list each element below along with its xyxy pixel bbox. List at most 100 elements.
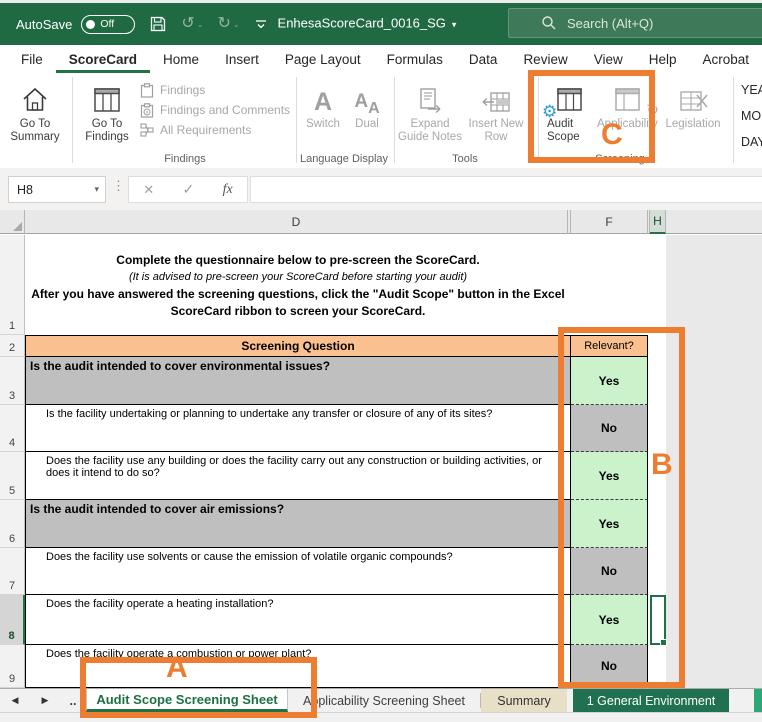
row-header-4[interactable]: 4: [0, 405, 25, 452]
sheet-row-9: 9 Does the facility operate a combustion…: [0, 645, 762, 688]
all-requirements-button[interactable]: All Requirements: [138, 120, 294, 140]
screening-group-label: Screening: [595, 153, 645, 165]
cancel-entry-button[interactable]: ✕: [143, 182, 154, 198]
tab-file[interactable]: File: [8, 45, 56, 73]
row-header-1[interactable]: 1: [0, 235, 25, 335]
applicability-button[interactable]: ↻ Applicability: [597, 79, 659, 131]
refresh-icon: ↻: [646, 102, 659, 119]
cell-h6[interactable]: [650, 500, 666, 548]
answer-cell[interactable]: No: [571, 645, 648, 688]
cell-h3[interactable]: [650, 357, 666, 405]
insert-function-button[interactable]: fx: [223, 182, 233, 198]
tab-formulas[interactable]: Formulas: [374, 45, 456, 73]
document-title-text: EnhesaScoreCard_0016_SG: [277, 15, 446, 30]
dual-language-icon: AA: [354, 91, 380, 117]
confirm-entry-button[interactable]: ✓: [183, 181, 195, 198]
switch-button[interactable]: A Switch: [301, 79, 345, 131]
expand-guide-notes-button[interactable]: Expand Guide Notes: [398, 79, 462, 144]
tab-acrobat[interactable]: Acrobat: [690, 45, 762, 73]
sheet-tab-overflow[interactable]: ..: [60, 689, 86, 712]
dual-button[interactable]: AA Dual: [347, 79, 387, 131]
audit-scope-button[interactable]: ⚙ Audit Scope: [542, 79, 594, 144]
question-cell: Is the facility undertaking or planning …: [25, 405, 571, 452]
sheet-row-3: 3 Is the audit intended to cover environ…: [0, 357, 762, 405]
go-to-summary-button[interactable]: Go To Summary: [4, 79, 66, 144]
clipboard-info-icon: [138, 102, 156, 118]
cell-h2[interactable]: [650, 335, 666, 357]
document-title[interactable]: EnhesaScoreCard_0016_SG ▾: [252, 15, 482, 30]
save-button[interactable]: [149, 15, 167, 33]
answer-cell[interactable]: No: [571, 548, 648, 595]
insert-new-row-button[interactable]: Insert New Row: [464, 79, 528, 144]
question-cell: Does the facility use solvents or cause …: [25, 548, 571, 595]
answer-cell[interactable]: Yes: [571, 357, 648, 405]
ribbon-divider: [72, 77, 73, 163]
row-header-2[interactable]: 2: [0, 335, 25, 357]
sheet-tab-applicability-screening[interactable]: Applicability Screening Sheet: [288, 689, 480, 712]
sheet-tab-audit-scope-screening[interactable]: Audit Scope Screening Sheet: [86, 689, 288, 712]
row-header-8-selected[interactable]: 8: [0, 595, 25, 645]
findings-group-label: Findings: [164, 153, 206, 165]
column-header-d[interactable]: D: [25, 210, 568, 234]
search-input[interactable]: Search (Alt+Q): [508, 8, 762, 38]
tab-page-layout[interactable]: Page Layout: [272, 45, 374, 73]
formula-bar-handle-icon[interactable]: ⋮: [112, 178, 125, 194]
cell-h9[interactable]: [650, 645, 666, 688]
tab-view[interactable]: View: [581, 45, 636, 73]
row-header-7[interactable]: 7: [0, 548, 25, 595]
column-header-f[interactable]: F: [571, 210, 648, 234]
answer-cell[interactable]: Yes: [571, 595, 648, 645]
autosave-state: Off: [100, 18, 115, 30]
relevant-header-cell: Relevant?: [571, 335, 648, 357]
left-arrow-icon: ◀: [11, 695, 19, 705]
clipboard-icon: [138, 82, 156, 98]
sheet-tab-general-environment[interactable]: 1 General Environment: [573, 689, 729, 712]
instructions-cell: Complete the questionnaire below to pre-…: [25, 235, 571, 335]
answer-cell[interactable]: No: [571, 405, 648, 452]
out-of-range-area: [666, 645, 762, 688]
row-header-5[interactable]: 5: [0, 452, 25, 500]
out-of-range-area: [666, 235, 762, 335]
cell-h7[interactable]: [650, 548, 666, 595]
title-dropdown-icon: ▾: [451, 19, 457, 29]
column-header-h[interactable]: H: [650, 210, 666, 234]
formula-bar: H8 ▾ ⋮ ✕ ✓ fx: [0, 168, 762, 210]
out-of-range-area: [666, 595, 762, 645]
out-of-range-area: [666, 335, 762, 357]
sheet-tab-next-sliver[interactable]: [754, 689, 762, 712]
redo-button[interactable]: ↻ ⌄: [217, 16, 239, 32]
findings-window-icon: [78, 79, 136, 115]
tab-review[interactable]: Review: [510, 45, 580, 73]
sheet-tab-summary[interactable]: Summary: [481, 689, 567, 712]
sheet-row-5: 5 Does the facility use any building or …: [0, 452, 762, 500]
cell-h5[interactable]: [650, 452, 666, 500]
undo-button[interactable]: ↺ ⌄: [181, 16, 203, 32]
answer-cell[interactable]: Yes: [571, 452, 648, 500]
answer-cell[interactable]: Yes: [571, 500, 648, 548]
row-header-6[interactable]: 6: [0, 500, 25, 548]
go-to-findings-button[interactable]: Go To Findings: [78, 79, 136, 144]
sheet-nav-right-button[interactable]: ▶: [30, 689, 60, 712]
instruction-line-4: ScoreCard ribbon to screen your ScoreCar…: [170, 304, 426, 318]
question-cell: Is the audit intended to cover environme…: [25, 357, 571, 405]
selected-cell-h8[interactable]: [650, 595, 667, 646]
tab-scorecard[interactable]: ScoreCard: [55, 45, 151, 73]
tab-data[interactable]: Data: [456, 45, 511, 73]
row-header-9[interactable]: 9: [0, 645, 25, 688]
findings-and-comments-button[interactable]: Findings and Comments: [138, 100, 294, 120]
formula-input[interactable]: [250, 176, 762, 203]
autosave-label: AutoSave: [16, 16, 73, 32]
row-header-3[interactable]: 3: [0, 357, 25, 405]
audit-scope-icon: ⚙: [542, 79, 594, 120]
select-all-corner[interactable]: [0, 210, 25, 234]
name-box[interactable]: H8 ▾: [8, 176, 106, 203]
tab-help[interactable]: Help: [636, 45, 690, 73]
column-header-row: D F H: [0, 210, 762, 235]
sheet-nav-left-button[interactable]: ◀: [0, 689, 30, 712]
autosave-toggle[interactable]: Off: [81, 14, 136, 34]
legislation-button[interactable]: Legislation: [660, 79, 726, 131]
tab-insert[interactable]: Insert: [212, 45, 272, 73]
cell-h4[interactable]: [650, 405, 666, 452]
findings-button[interactable]: Findings: [138, 80, 294, 100]
tab-home[interactable]: Home: [150, 45, 212, 73]
